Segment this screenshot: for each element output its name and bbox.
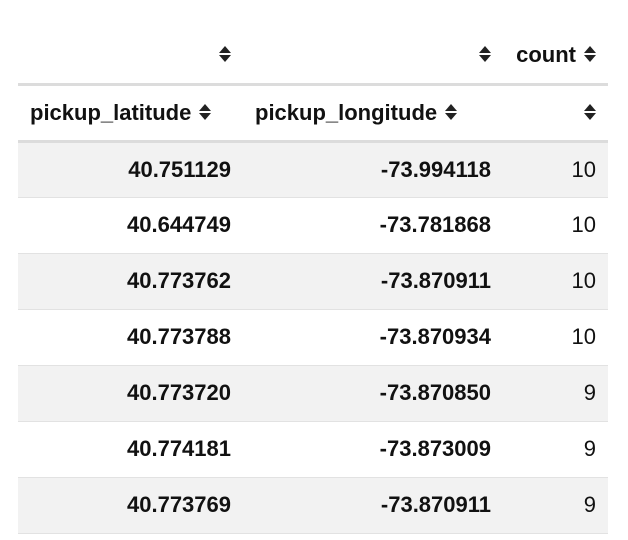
header-bottom-col3[interactable] <box>503 82 608 143</box>
header-row-bottom: pickup_latitude pickup_longitude <box>18 82 608 143</box>
header-row-top: count <box>18 28 608 84</box>
cell-count: 10 <box>503 309 608 366</box>
table-row: 40.773762 -73.870911 10 <box>18 253 608 310</box>
sort-up-down-icon[interactable] <box>219 46 231 63</box>
table-row: 40.773720 -73.870850 9 <box>18 365 608 422</box>
cell-pickup-longitude: -73.873009 <box>243 421 503 478</box>
cell-pickup-longitude: -73.870911 <box>243 253 503 310</box>
cell-pickup-longitude: -73.870934 <box>243 309 503 366</box>
table-row: 40.773788 -73.870934 10 <box>18 309 608 366</box>
cell-pickup-latitude: 40.773762 <box>18 253 243 310</box>
cell-count: 9 <box>503 477 608 534</box>
header-pickup-longitude-label: pickup_longitude <box>255 99 438 125</box>
header-top-col1[interactable] <box>18 28 243 84</box>
cell-count: 10 <box>503 253 608 310</box>
cell-pickup-longitude: -73.994118 <box>243 141 503 198</box>
header-pickup-latitude[interactable]: pickup_latitude <box>18 82 243 143</box>
header-pickup-latitude-label: pickup_latitude <box>30 99 192 125</box>
header-pickup-longitude[interactable]: pickup_longitude <box>243 82 503 143</box>
table-body: 40.751129 -73.994118 10 40.644749 -73.78… <box>18 141 608 534</box>
cell-pickup-latitude: 40.773720 <box>18 365 243 422</box>
sort-up-down-icon[interactable] <box>199 103 212 120</box>
cell-pickup-latitude: 40.774181 <box>18 421 243 478</box>
cell-count: 9 <box>503 421 608 478</box>
table-row: 40.644749 -73.781868 10 <box>18 197 608 254</box>
dataframe-table-container: count pickup_latitude pickup_longitude 4… <box>18 28 608 534</box>
sort-up-down-icon[interactable] <box>445 103 458 120</box>
cell-count: 9 <box>503 365 608 422</box>
cell-pickup-latitude: 40.751129 <box>18 141 243 198</box>
table-row: 40.774181 -73.873009 9 <box>18 421 608 478</box>
header-top-col2[interactable] <box>243 28 503 84</box>
table-header: count pickup_latitude pickup_longitude <box>18 28 608 143</box>
sort-up-down-icon[interactable] <box>479 46 491 63</box>
cell-pickup-longitude: -73.781868 <box>243 197 503 254</box>
sort-up-down-icon[interactable] <box>584 46 596 63</box>
sort-up-down-icon[interactable] <box>584 103 596 120</box>
header-top-col3[interactable]: count <box>503 28 608 84</box>
dataframe-table: count pickup_latitude pickup_longitude 4… <box>18 28 608 534</box>
table-row: 40.773769 -73.870911 9 <box>18 477 608 534</box>
cell-pickup-latitude: 40.773788 <box>18 309 243 366</box>
cell-count: 10 <box>503 141 608 198</box>
cell-pickup-latitude: 40.644749 <box>18 197 243 254</box>
cell-pickup-latitude: 40.773769 <box>18 477 243 534</box>
header-count-label: count <box>516 42 576 68</box>
table-row: 40.751129 -73.994118 10 <box>18 141 608 198</box>
cell-pickup-longitude: -73.870911 <box>243 477 503 534</box>
cell-count: 10 <box>503 197 608 254</box>
cell-pickup-longitude: -73.870850 <box>243 365 503 422</box>
